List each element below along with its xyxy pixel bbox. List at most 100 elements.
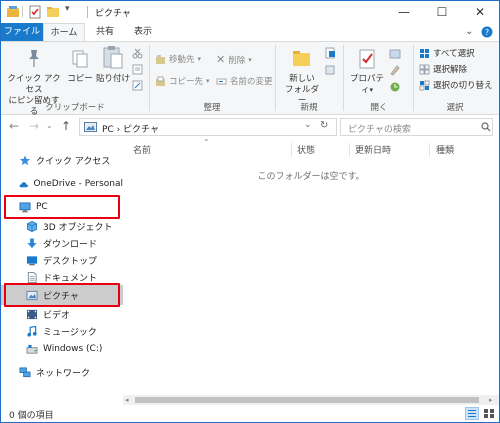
paste-icon [103, 46, 123, 69]
help-icon[interactable]: ? [481, 23, 493, 41]
document-icon [27, 271, 37, 283]
file-list[interactable]: ⌃ 名前 状態 更新日時 種類 このフォルダーは空です。 [123, 138, 499, 393]
rename-icon [216, 78, 227, 84]
tab-file[interactable]: ファイル [1, 23, 43, 41]
scroll-right-icon[interactable]: ▸ [489, 396, 493, 404]
address-dropdown-icon[interactable]: ⌄ [304, 120, 312, 130]
copy-to-button[interactable]: コピー先 ▾ [155, 75, 210, 87]
column-separator[interactable] [291, 143, 292, 157]
nav-label: ネットワーク [36, 368, 91, 379]
scroll-left-icon[interactable]: ◂ [125, 396, 129, 404]
delete-label: 削除 [228, 55, 246, 66]
ribbon-separator [413, 45, 414, 111]
easy-access-icon[interactable] [324, 64, 336, 76]
new-folder-icon[interactable] [46, 5, 60, 19]
details-view-icon [468, 410, 476, 417]
recent-locations-chevron-icon[interactable]: ⌄ [46, 121, 53, 130]
tab-view[interactable]: 表示 [125, 23, 161, 41]
delete-button[interactable]: ✕ 削除 ▾ [216, 53, 252, 66]
nav-label: ミュージック [43, 327, 97, 338]
highlight-box-pc [4, 195, 120, 219]
chevron-down-icon: ▾ [248, 55, 252, 64]
cloud-icon [19, 181, 28, 187]
column-header-name[interactable]: 名前 [133, 143, 151, 156]
scrollbar-thumb[interactable] [135, 397, 479, 403]
select-all-button[interactable]: すべて選択 [419, 47, 475, 59]
copy-path-icon[interactable] [132, 64, 143, 75]
properties-icon [359, 49, 375, 69]
select-all-label: すべて選択 [433, 49, 475, 59]
up-arrow-icon[interactable]: ↑ [61, 119, 71, 133]
nav-item-windows-c[interactable]: Windows (C:) [1, 339, 123, 359]
open-icon[interactable] [389, 47, 401, 59]
ribbon-tabs: ファイル ホーム 共有 表示 ⌄ ? [1, 23, 499, 41]
forward-arrow-icon[interactable]: → [29, 119, 39, 133]
large-icons-view-button[interactable] [482, 407, 496, 420]
tab-home[interactable]: ホーム [43, 23, 85, 41]
nav-label: ダウンロード [43, 239, 98, 250]
back-arrow-icon[interactable]: ← [9, 119, 19, 133]
pin-icon [29, 50, 39, 67]
paste-shortcut-icon[interactable] [132, 80, 143, 91]
navigation-bar: ← → ⌄ ↑ PC › ピクチャ ⌄ ↻ ピクチャの検索 [1, 115, 499, 139]
nav-label: Windows (C:) [43, 344, 103, 354]
history-icon[interactable] [389, 81, 401, 93]
tab-share[interactable]: 共有 [87, 23, 123, 41]
status-bar: 0 個の項目 [1, 405, 499, 422]
nav-item-onedrive[interactable]: OneDrive - Personal [1, 174, 123, 194]
nav-label: クイック アクセス [36, 156, 111, 167]
invert-selection-button[interactable]: 選択の切り替え [419, 79, 493, 91]
drive-icon [26, 344, 38, 354]
column-separator[interactable] [349, 143, 350, 157]
explorer-icon[interactable] [6, 5, 20, 19]
rename-button[interactable]: 名前の変更 [216, 75, 273, 87]
minimize-button[interactable]: — [385, 1, 423, 23]
edit-icon[interactable] [389, 64, 401, 76]
refresh-icon[interactable]: ↻ [320, 120, 328, 131]
navigation-pane: クイック アクセス OneDrive - Personal PC 3D オブジェ… [1, 141, 123, 397]
maximize-button[interactable]: ☐ [423, 1, 461, 23]
move-to-label: 移動先 [169, 55, 195, 65]
nav-item-network[interactable]: ネットワーク [1, 362, 123, 382]
nav-item-quick-access[interactable]: クイック アクセス [1, 150, 123, 170]
search-input[interactable]: ピクチャの検索 [340, 118, 493, 136]
nav-label: 3D オブジェクト [43, 222, 113, 233]
paste-button[interactable]: 貼り付け [96, 44, 130, 85]
select-all-icon [420, 48, 429, 58]
properties-check-icon[interactable] [28, 5, 42, 19]
video-icon [26, 309, 38, 319]
copy-button[interactable]: コピー [67, 48, 93, 85]
explorer-window: ▾ ピクチャ — ☐ ✕ ファイル ホーム 共有 表示 ⌄ ? クイック アクセ… [0, 0, 500, 423]
close-button[interactable]: ✕ [461, 1, 499, 23]
new-item-icon[interactable] [324, 47, 336, 59]
nav-item-music[interactable]: ミュージック [1, 321, 123, 341]
horizontal-scrollbar[interactable]: ◂ ▸ [123, 395, 499, 405]
new-folder-button[interactable]: 新しい フォルダー [281, 48, 323, 107]
nav-label: OneDrive - Personal [33, 179, 123, 189]
clipboard-group-label: クリップボード [45, 103, 105, 113]
large-icons-view-icon [484, 409, 494, 418]
move-to-button[interactable]: 移動先 ▾ [155, 53, 201, 65]
column-header-type[interactable]: 種類 [436, 143, 454, 156]
nav-label: デスクトップ [43, 256, 98, 267]
new-folder-label-line1: 新しい [289, 74, 315, 84]
invert-selection-icon [419, 80, 430, 90]
details-view-button[interactable] [465, 407, 479, 420]
column-separator[interactable] [429, 143, 430, 157]
column-header-date-modified[interactable]: 更新日時 [355, 143, 391, 156]
quick-access-toolbar-dropdown-icon[interactable]: ▾ [65, 4, 70, 14]
search-icon [481, 122, 491, 132]
select-group-label: 選択 [446, 103, 464, 113]
chevron-down-icon: ▾ [206, 77, 210, 85]
cut-icon[interactable] [132, 48, 143, 59]
address-bar[interactable]: PC › ピクチャ ⌄ ↻ [79, 118, 337, 136]
collapse-ribbon-icon[interactable]: ⌄ [465, 23, 473, 41]
select-none-label: 選択解除 [433, 65, 468, 75]
column-header-status[interactable]: 状態 [297, 143, 315, 156]
folder-icon [293, 51, 310, 66]
copy-to-icon [156, 76, 165, 86]
pictures-folder-icon [84, 122, 97, 132]
properties-button[interactable]: プロパティ▾ [347, 48, 387, 96]
select-none-button[interactable]: 選択解除 [419, 63, 467, 75]
paste-label: 貼り付け [96, 74, 131, 84]
